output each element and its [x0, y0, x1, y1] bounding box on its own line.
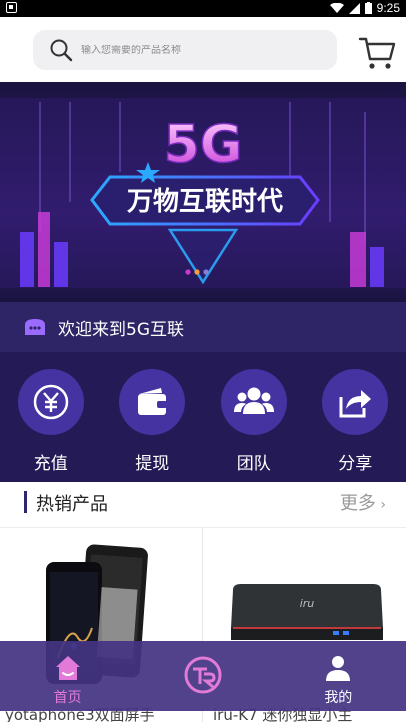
promo-banner[interactable]: 5G 万物互联时代 [0, 82, 406, 302]
battery-icon [364, 2, 372, 14]
section-title: 热销产品 [36, 494, 108, 515]
quick-actions: 充值 提现 团队 分享 [0, 352, 406, 482]
tab-center[interactable] [135, 641, 270, 711]
signal-icon [348, 2, 360, 14]
message-icon [25, 319, 45, 335]
search-input[interactable] [81, 44, 311, 56]
chevron-right-icon: › [375, 497, 386, 513]
tab-home[interactable]: 首页 [0, 641, 135, 711]
welcome-text: 欢迎来到5G互联 [58, 319, 184, 340]
search-bar[interactable] [33, 30, 337, 70]
header [0, 17, 406, 82]
withdraw-button[interactable]: 提现 [102, 352, 203, 482]
notification-icon [6, 2, 17, 13]
status-bar: 9:25 [0, 0, 406, 17]
more-label: 更多 [339, 493, 376, 514]
search-icon [50, 39, 73, 62]
action-circle [17, 369, 84, 435]
section-marker [24, 491, 27, 513]
logo-icon [184, 656, 222, 694]
more-link[interactable]: 更多 › [340, 489, 386, 515]
action-label: 提现 [135, 454, 170, 474]
svg-text:iru: iru [300, 597, 315, 610]
wallet-icon [138, 388, 168, 415]
home-icon [55, 656, 80, 680]
bottom-tab-bar: 首页 我的 [0, 641, 406, 711]
share-icon [339, 390, 372, 418]
recharge-button[interactable]: 充值 [0, 352, 101, 482]
user-icon [326, 656, 351, 681]
action-circle [119, 369, 186, 435]
share-button[interactable]: 分享 [305, 352, 406, 482]
banner-artwork: 5G 万物互联时代 [0, 82, 406, 302]
action-label: 分享 [338, 454, 373, 474]
action-circle [322, 369, 389, 435]
team-icon [233, 387, 274, 414]
yuan-icon [33, 384, 68, 420]
tab-label: 我的 [324, 690, 353, 706]
action-circle [220, 369, 287, 435]
tab-profile[interactable]: 我的 [271, 641, 406, 711]
svg-text:5G: 5G [164, 115, 243, 175]
cart-icon[interactable] [358, 35, 396, 71]
welcome-notice: 欢迎来到5G互联 [0, 302, 406, 352]
tab-label: 首页 [53, 690, 82, 706]
status-time: 9:25 [376, 1, 400, 15]
action-label: 团队 [236, 454, 271, 474]
team-button[interactable]: 团队 [203, 352, 304, 482]
wifi-icon [329, 2, 344, 13]
hot-products-header: 热销产品 更多 › [0, 482, 406, 528]
banner-subtitle: 万物互联时代 [127, 187, 283, 217]
action-label: 充值 [33, 454, 68, 474]
